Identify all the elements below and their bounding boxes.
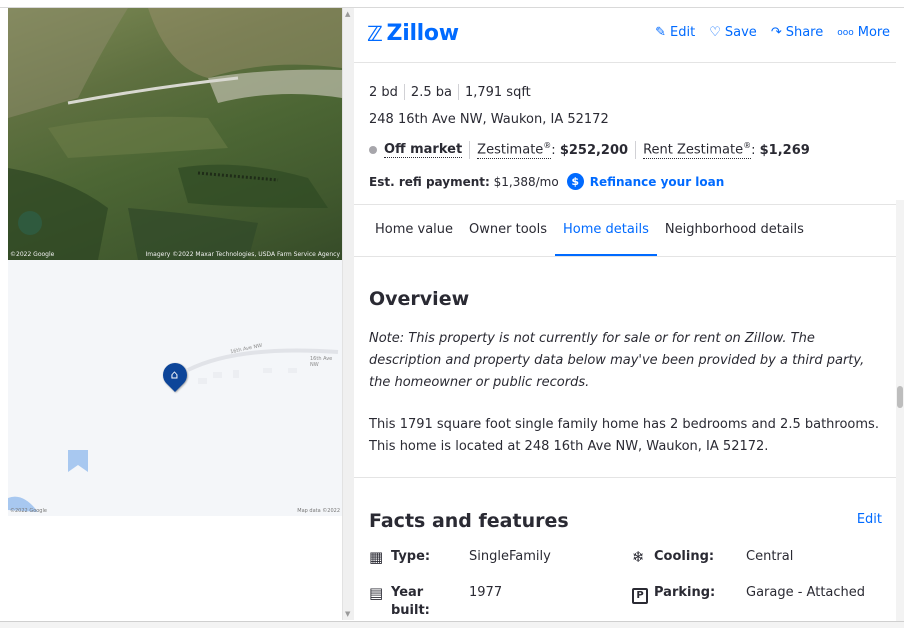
share-arrow-icon: ↷ (770, 25, 782, 40)
divider (457, 84, 459, 100)
zestimate-value: $252,200 (559, 142, 629, 158)
fact-value: Central (746, 549, 794, 564)
fact-value: 1977 (469, 585, 503, 600)
fact-label: Parking: (654, 585, 716, 600)
fact-type: ▦ Type: SingleFamily (369, 548, 551, 566)
status-text[interactable]: Off market (384, 142, 463, 158)
edit-button[interactable]: ✎ Edit (655, 25, 695, 40)
sqft: 1,791 sqft (464, 84, 531, 100)
snowflake-icon: ❄ (632, 548, 645, 566)
zillow-logo[interactable]: ℤ Zillow (367, 21, 459, 46)
divider (403, 84, 405, 100)
header-actions: ✎ Edit ♡ Save ↷ Share ooo More (655, 25, 890, 40)
overview-heading: Overview (369, 288, 470, 310)
dollar-icon: $ (566, 173, 584, 190)
map-scrollbar[interactable]: ▲ ▼ (342, 8, 354, 620)
save-button[interactable]: ♡ Save (709, 25, 757, 40)
map-credit-left: ©2022 Google (10, 508, 47, 514)
overview-description: This 1791 square foot single family home… (369, 417, 879, 454)
more-label: More (857, 25, 890, 40)
divider (469, 141, 471, 159)
aerial-credit-left: ©2022 Google (10, 251, 55, 258)
refi-value: $1,388/mo (493, 174, 559, 189)
facts-heading: Facts and features (369, 510, 569, 532)
fact-label: Cooling: (654, 549, 715, 564)
scroll-up-arrow-icon[interactable]: ▲ (345, 10, 350, 18)
details-scrollbar[interactable] (896, 200, 904, 621)
rent-zestimate-value: $1,269 (759, 142, 810, 158)
aerial-credit-right: Imagery ©2022 Maxar Technologies, USDA F… (145, 251, 340, 258)
refi-label: Est. refi payment: (369, 174, 490, 189)
overview-note: Note: This property is not currently for… (369, 331, 865, 390)
building-icon: ▦ (369, 548, 384, 566)
scroll-down-arrow-icon[interactable]: ▼ (345, 610, 350, 618)
fact-year-built: ▤ Year built: 1977 (369, 584, 502, 620)
more-dots-icon: ooo (837, 27, 854, 38)
more-button[interactable]: ooo More (837, 25, 890, 40)
fact-label: Type: (391, 549, 431, 564)
tab-owner-tools[interactable]: Owner tools (461, 205, 555, 256)
calendar-icon: ▤ (369, 584, 384, 602)
panel-header: ℤ Zillow ✎ Edit ♡ Save ↷ Share ooo More (354, 8, 896, 63)
zillow-z-icon: ℤ (367, 21, 383, 46)
refinance-link[interactable]: Refinance your loan (590, 175, 725, 189)
fact-value: SingleFamily (469, 549, 551, 564)
fact-cooling: ❄ Cooling: Central (632, 548, 793, 566)
status-dot-icon (369, 146, 377, 154)
tab-neighborhood-details[interactable]: Neighborhood details (657, 205, 812, 256)
logo-text: Zillow (386, 21, 460, 46)
satellite-imagery (8, 8, 342, 260)
property-details-panel: ℤ Zillow ✎ Edit ♡ Save ↷ Share ooo More … (354, 8, 896, 621)
fact-parking: P Parking: Garage - Attached (632, 584, 865, 604)
map-credit-right: Map data ©2022 (297, 508, 340, 514)
tab-home-value[interactable]: Home value (367, 205, 461, 256)
save-label: Save (724, 25, 757, 40)
edit-label: Edit (670, 25, 696, 40)
parking-icon: P (632, 584, 650, 604)
facts-edit-link[interactable]: Edit (857, 512, 882, 527)
address: 248 16th Ave NW, Waukon, IA 52172 (369, 112, 609, 127)
refi-row: Est. refi payment: $1,388/mo $ Refinance… (369, 173, 724, 190)
divider (635, 141, 637, 159)
rent-zestimate-label[interactable]: Rent Zestimate® (643, 141, 752, 159)
pencil-icon: ✎ (655, 25, 667, 40)
status-row: Off market Zestimate® : $252,200 Rent Ze… (369, 141, 810, 159)
zestimate-label[interactable]: Zestimate® (477, 141, 552, 159)
share-button[interactable]: ↷ Share (771, 25, 823, 40)
satellite-map[interactable]: ©2022 Google Imagery ©2022 Maxar Technol… (8, 8, 342, 260)
map-column: ©2022 Google Imagery ©2022 Maxar Technol… (8, 8, 342, 620)
road-label: 16th Ave NW (310, 356, 333, 368)
heart-icon: ♡ (709, 25, 721, 40)
tab-home-details[interactable]: Home details (555, 205, 657, 256)
baths: 2.5 ba (410, 84, 452, 100)
window-top-edge (0, 0, 904, 8)
beds: 2 bd (369, 84, 398, 100)
home-summary: 2 bd 2.5 ba 1,791 sqft (369, 84, 531, 100)
window-bottom-edge (0, 621, 904, 628)
fact-value: Garage - Attached (746, 585, 866, 600)
home-icon: ⌂ (170, 367, 179, 382)
share-label: Share (785, 25, 824, 40)
scrollbar-thumb[interactable] (897, 386, 903, 408)
section-divider (354, 477, 896, 478)
fact-label: Year built: (391, 585, 430, 618)
tab-bar: Home value Owner tools Home details Neig… (354, 204, 896, 257)
